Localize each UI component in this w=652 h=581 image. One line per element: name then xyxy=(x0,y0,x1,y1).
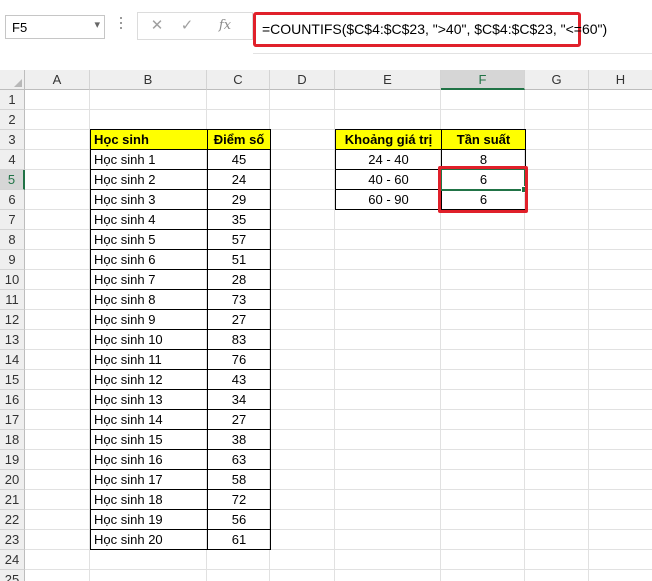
row-header-10[interactable]: 10 xyxy=(0,270,25,290)
row-header-11[interactable]: 11 xyxy=(0,290,25,310)
range-cell[interactable]: 60 - 90 xyxy=(335,189,442,210)
select-all-button[interactable] xyxy=(0,70,25,90)
column-header-c[interactable]: C xyxy=(207,70,270,90)
formula-input[interactable]: =COUNTIFS($C$4:$C$23, ">40", $C$4:$C$23,… xyxy=(253,12,607,47)
formula-bar: F5 ▾ ✕ ✓ fx =COUNTIFS($C$4:$C$23, ">40",… xyxy=(0,0,652,62)
insert-function-icon[interactable]: fx xyxy=(214,18,236,33)
row-header-25[interactable]: 25 xyxy=(0,570,25,581)
column-header-h[interactable]: H xyxy=(589,70,652,90)
drag-handle-icon[interactable] xyxy=(120,17,122,32)
student-name-cell[interactable]: Học sinh 1 xyxy=(90,149,208,170)
column-header-g[interactable]: G xyxy=(525,70,589,90)
row-header-4[interactable]: 4 xyxy=(0,150,25,170)
student-name-cell[interactable]: Học sinh 15 xyxy=(90,429,208,450)
student-name-cell[interactable]: Học sinh 16 xyxy=(90,449,208,470)
formula-buttons: ✕ ✓ fx xyxy=(137,12,253,40)
row-header-19[interactable]: 19 xyxy=(0,450,25,470)
row-header-13[interactable]: 13 xyxy=(0,330,25,350)
range-cell[interactable]: 24 - 40 xyxy=(335,149,442,170)
student-name-cell[interactable]: Học sinh 2 xyxy=(90,169,208,190)
highlight-box xyxy=(438,166,528,213)
row-header-12[interactable]: 12 xyxy=(0,310,25,330)
row-header-16[interactable]: 16 xyxy=(0,390,25,410)
student-score-cell[interactable]: 24 xyxy=(207,169,271,190)
student-score-cell[interactable]: 61 xyxy=(207,529,271,550)
row-header-24[interactable]: 24 xyxy=(0,550,25,570)
student-name-cell[interactable]: Học sinh 10 xyxy=(90,329,208,350)
student-score-cell[interactable]: 58 xyxy=(207,469,271,490)
student-name-cell[interactable]: Học sinh 14 xyxy=(90,409,208,430)
student-score-cell[interactable]: 73 xyxy=(207,289,271,310)
row-header-7[interactable]: 7 xyxy=(0,210,25,230)
student-score-cell[interactable]: 51 xyxy=(207,249,271,270)
student-score-cell[interactable]: 56 xyxy=(207,509,271,530)
column-header-f[interactable]: F xyxy=(441,70,525,90)
frequency-header-cell[interactable]: Tần suất xyxy=(441,129,526,150)
student-score-cell[interactable]: 43 xyxy=(207,369,271,390)
row-header-23[interactable]: 23 xyxy=(0,530,25,550)
student-score-cell[interactable]: 27 xyxy=(207,309,271,330)
student-name-cell[interactable]: Học sinh 7 xyxy=(90,269,208,290)
student-score-cell[interactable]: 27 xyxy=(207,409,271,430)
range-header-cell[interactable]: Khoảng giá trị xyxy=(335,129,442,150)
row-header-3[interactable]: 3 xyxy=(0,130,25,150)
chevron-down-icon[interactable]: ▾ xyxy=(94,18,100,31)
student-score-cell[interactable]: 28 xyxy=(207,269,271,290)
row-header-22[interactable]: 22 xyxy=(0,510,25,530)
divider xyxy=(253,53,652,54)
column-header-e[interactable]: E xyxy=(335,70,441,90)
student-name-cell[interactable]: Học sinh 18 xyxy=(90,489,208,510)
row-header-8[interactable]: 8 xyxy=(0,230,25,250)
row-header-9[interactable]: 9 xyxy=(0,250,25,270)
student-name-cell[interactable]: Học sinh 13 xyxy=(90,389,208,410)
student-score-cell[interactable]: 72 xyxy=(207,489,271,510)
row-header-20[interactable]: 20 xyxy=(0,470,25,490)
check-icon[interactable]: ✓ xyxy=(176,16,198,34)
name-box-value: F5 xyxy=(12,20,28,35)
student-header-cell[interactable]: Học sinh xyxy=(90,129,208,150)
student-name-cell[interactable]: Học sinh 4 xyxy=(90,209,208,230)
row-header-17[interactable]: 17 xyxy=(0,410,25,430)
student-name-cell[interactable]: Học sinh 19 xyxy=(90,509,208,530)
student-score-cell[interactable]: 35 xyxy=(207,209,271,230)
score-header-cell[interactable]: Điểm số xyxy=(207,129,271,150)
column-header-a[interactable]: A xyxy=(25,70,90,90)
row-header-1[interactable]: 1 xyxy=(0,90,25,110)
column-header-b[interactable]: B xyxy=(90,70,207,90)
column-header-d[interactable]: D xyxy=(270,70,335,90)
student-score-cell[interactable]: 57 xyxy=(207,229,271,250)
formula-text: =COUNTIFS($C$4:$C$23, ">40", $C$4:$C$23,… xyxy=(262,21,608,37)
name-box[interactable]: F5 ▾ xyxy=(5,15,105,39)
student-name-cell[interactable]: Học sinh 17 xyxy=(90,469,208,490)
student-name-cell[interactable]: Học sinh 20 xyxy=(90,529,208,550)
row-header-6[interactable]: 6 xyxy=(0,190,25,210)
student-name-cell[interactable]: Học sinh 6 xyxy=(90,249,208,270)
student-score-cell[interactable]: 63 xyxy=(207,449,271,470)
student-name-cell[interactable]: Học sinh 3 xyxy=(90,189,208,210)
student-name-cell[interactable]: Học sinh 8 xyxy=(90,289,208,310)
row-header-15[interactable]: 15 xyxy=(0,370,25,390)
gridline xyxy=(588,90,589,581)
student-score-cell[interactable]: 45 xyxy=(207,149,271,170)
student-score-cell[interactable]: 83 xyxy=(207,329,271,350)
row-header-2[interactable]: 2 xyxy=(0,110,25,130)
student-score-cell[interactable]: 34 xyxy=(207,389,271,410)
row-header-21[interactable]: 21 xyxy=(0,490,25,510)
range-cell[interactable]: 40 - 60 xyxy=(335,169,442,190)
student-name-cell[interactable]: Học sinh 11 xyxy=(90,349,208,370)
student-score-cell[interactable]: 76 xyxy=(207,349,271,370)
cancel-icon[interactable]: ✕ xyxy=(146,16,168,34)
gridline xyxy=(25,569,652,570)
row-header-14[interactable]: 14 xyxy=(0,350,25,370)
student-name-cell[interactable]: Học sinh 9 xyxy=(90,309,208,330)
row-header-5[interactable]: 5 xyxy=(0,170,25,190)
gridline xyxy=(25,109,652,110)
student-name-cell[interactable]: Học sinh 12 xyxy=(90,369,208,390)
student-score-cell[interactable]: 38 xyxy=(207,429,271,450)
row-header-18[interactable]: 18 xyxy=(0,430,25,450)
student-score-cell[interactable]: 29 xyxy=(207,189,271,210)
student-name-cell[interactable]: Học sinh 5 xyxy=(90,229,208,250)
